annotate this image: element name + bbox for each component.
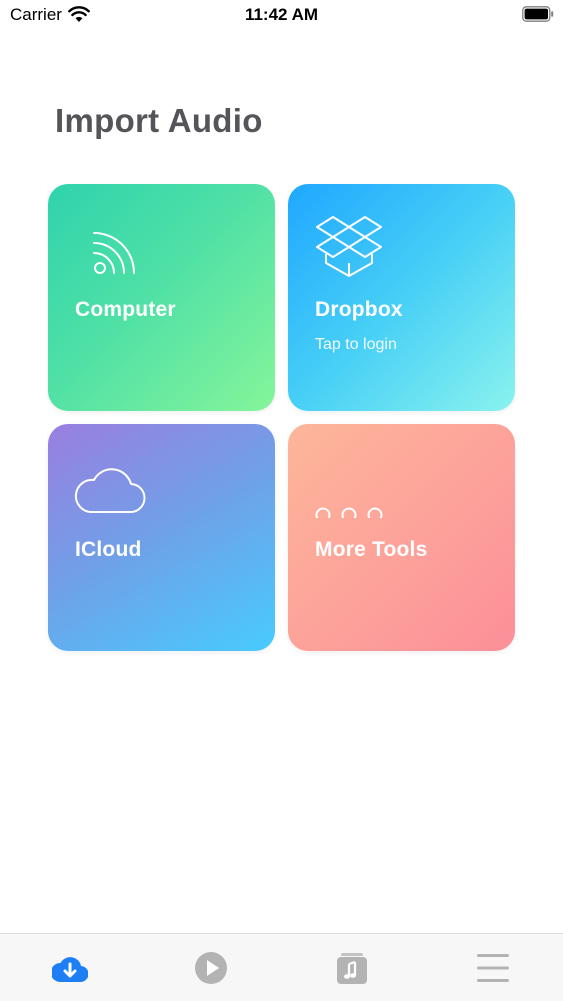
- page-title: Import Audio: [55, 102, 263, 139]
- tab-library[interactable]: [332, 948, 372, 988]
- tab-player[interactable]: [191, 948, 231, 988]
- play-circle-icon: [195, 952, 227, 984]
- dropbox-tile[interactable]: Dropbox Tap to login: [288, 184, 515, 411]
- cloud-icon: [74, 468, 146, 514]
- menu-lines-icon: [477, 954, 509, 982]
- status-bar: Carrier 11:42 AM: [0, 0, 563, 30]
- cloud-download-icon: [52, 957, 88, 983]
- dropbox-label: Dropbox: [315, 298, 403, 321]
- wifi-signal-icon: [93, 232, 135, 274]
- music-album-icon: [337, 953, 367, 984]
- computer-tile[interactable]: Computer: [48, 184, 275, 411]
- status-time: 11:42 AM: [244, 5, 319, 24]
- computer-label: Computer: [75, 298, 176, 321]
- icloud-tile[interactable]: ICloud: [48, 424, 275, 651]
- dropbox-login-hint: Tap to login: [315, 336, 397, 353]
- icloud-label: ICloud: [75, 538, 142, 561]
- more-tools-tile[interactable]: More Tools: [288, 424, 515, 651]
- three-dots-icon: [315, 507, 383, 518]
- more-tools-label: More Tools: [315, 538, 428, 561]
- dropbox-icon: [316, 216, 382, 277]
- tab-import[interactable]: [50, 948, 90, 988]
- tab-menu[interactable]: [473, 948, 513, 988]
- battery-icon: [522, 6, 554, 22]
- tab-bar: [0, 933, 563, 1001]
